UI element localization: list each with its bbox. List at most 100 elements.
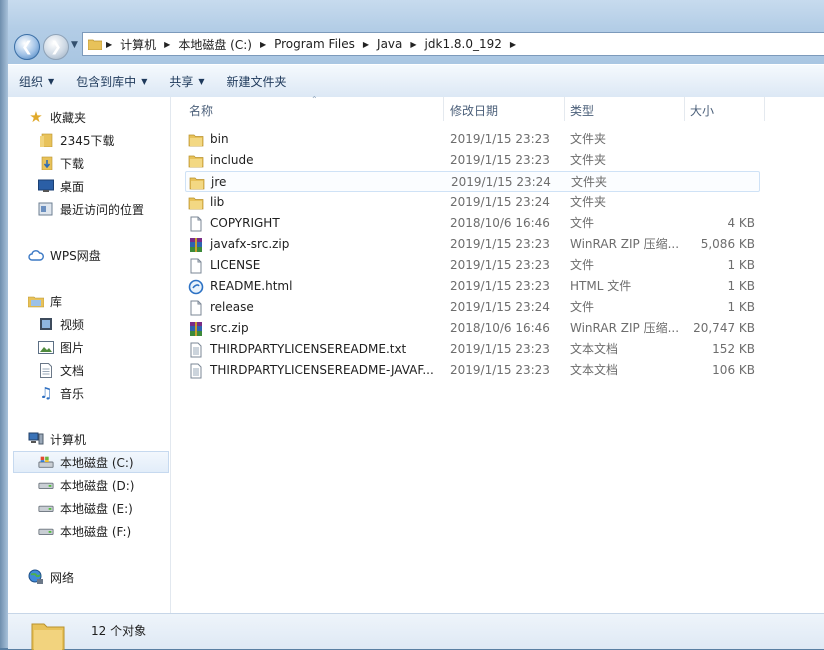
breadcrumb-separator[interactable]: ▶ — [160, 40, 174, 49]
sidebar-item-label: 视频 — [60, 317, 85, 332]
folder-icon — [189, 175, 205, 191]
sidebar-item-documents[interactable]: 文档 — [38, 359, 84, 381]
sidebar-item-network[interactable]: 网络 — [28, 566, 74, 588]
breadcrumb-program-files[interactable]: Program Files — [270, 33, 359, 55]
share-label: 共享 — [169, 74, 194, 89]
column-header-label: 名称 — [189, 103, 214, 118]
back-button[interactable]: ❮ — [14, 34, 40, 60]
breadcrumb-java[interactable]: Java — [373, 33, 406, 55]
breadcrumb-separator[interactable]: ▶ — [506, 40, 520, 49]
sidebar-item-drive-e[interactable]: 本地磁盘 (E:) — [38, 497, 133, 519]
file-type: WinRAR ZIP 压缩... — [570, 237, 680, 251]
sidebar-item-pictures[interactable]: 图片 — [38, 336, 84, 358]
breadcrumb-jdk[interactable]: jdk1.8.0_192 — [421, 33, 506, 55]
status-bar: 12 个对象 — [8, 613, 824, 650]
file-size: 106 KB — [712, 363, 755, 377]
sidebar-item-videos[interactable]: 视频 — [38, 313, 84, 335]
file-row[interactable]: lib 2019/1/15 23:24 文件夹 — [185, 192, 760, 213]
browser-icon — [188, 279, 204, 295]
sidebar-item-2345-downloads[interactable]: 2345下载 — [38, 129, 115, 151]
file-date: 2018/10/6 16:46 — [450, 321, 550, 335]
file-row[interactable]: COPYRIGHT 2018/10/6 16:46 文件 4 KB — [185, 213, 760, 234]
address-bar[interactable]: ▶ 计算机 ▶ 本地磁盘 (C:) ▶ Program Files ▶ Java… — [82, 32, 824, 56]
sidebar-item-desktop[interactable]: 桌面 — [38, 175, 84, 197]
file-name-cell: bin — [185, 129, 440, 150]
sidebar-item-music[interactable]: ♫ 音乐 — [38, 382, 84, 404]
column-header-type[interactable]: 类型 — [564, 97, 684, 123]
sidebar-item-recent-places[interactable]: 最近访问的位置 — [38, 198, 144, 220]
file-row[interactable]: javafx-src.zip 2019/1/15 23:23 WinRAR ZIP … — [185, 234, 760, 255]
sidebar-item-label: 图片 — [60, 340, 85, 355]
star-icon: ★ — [29, 108, 43, 126]
file-row[interactable]: src.zip 2018/10/6 16:46 WinRAR ZIP 压缩... 20… — [185, 318, 760, 339]
sidebar-item-drive-c[interactable]: 本地磁盘 (C:) — [13, 451, 169, 473]
file-date: 2019/1/15 23:23 — [450, 132, 550, 146]
file-name-cell: THIRDPARTYLICENSEREADME.txt — [185, 339, 440, 360]
file-date: 2018/10/6 16:46 — [450, 216, 550, 230]
library-icon — [28, 293, 44, 309]
sidebar-item-computer[interactable]: 计算机 — [28, 428, 86, 450]
file-name: lib — [210, 195, 225, 209]
music-note-icon: ♫ — [39, 384, 53, 402]
file-row[interactable]: THIRDPARTYLICENSEREADME.txt 2019/1/15 23:… — [185, 339, 760, 360]
file-row[interactable]: bin 2019/1/15 23:23 文件夹 — [185, 129, 760, 150]
include-in-library-button[interactable]: 包含到库中 ▼ — [65, 68, 158, 94]
file-name-cell: THIRDPARTYLICENSEREADME-JAVAF... — [185, 360, 440, 381]
file-row[interactable]: README.html 2019/1/15 23:23 HTML 文件 1 KB — [185, 276, 760, 297]
sidebar-item-label: 计算机 — [50, 432, 87, 447]
picture-icon — [38, 339, 54, 355]
text-file-icon — [188, 363, 204, 379]
sidebar-item-wps-cloud[interactable]: WPS网盘 — [28, 244, 101, 266]
breadcrumb-separator[interactable]: ▶ — [359, 40, 373, 49]
arrow-right-icon: ❯ — [50, 39, 62, 55]
file-type: 文件夹 — [570, 132, 607, 146]
column-header-size[interactable]: 大小 — [684, 97, 764, 123]
sidebar-item-drive-d[interactable]: 本地磁盘 (D:) — [38, 474, 134, 496]
folder-icon — [31, 623, 65, 650]
file-name-cell: COPYRIGHT — [185, 213, 440, 234]
hard-drive-icon — [38, 477, 54, 493]
breadcrumb-separator[interactable]: ▶ — [256, 40, 270, 49]
file-icon — [188, 216, 204, 232]
computer-icon — [28, 431, 44, 447]
organize-menu-button[interactable]: 组织 ▼ — [8, 68, 65, 94]
file-row[interactable]: release 2019/1/15 23:24 文件 1 KB — [185, 297, 760, 318]
column-header-date[interactable]: 修改日期 — [444, 97, 564, 123]
file-row[interactable]: include 2019/1/15 23:23 文件夹 — [185, 150, 760, 171]
recent-pages-dropdown[interactable]: ▼ — [71, 40, 78, 50]
file-size: 20,747 KB — [693, 321, 755, 335]
breadcrumb-drive-c[interactable]: 本地磁盘 (C:) — [174, 33, 256, 55]
cloud-icon — [28, 247, 44, 263]
sidebar-item-drive-f[interactable]: 本地磁盘 (F:) — [38, 520, 131, 542]
file-row[interactable]: THIRDPARTYLICENSEREADME-JAVAF... 2019/1/1… — [185, 360, 760, 381]
document-icon — [38, 362, 54, 378]
sidebar-item-favorites[interactable]: ★ 收藏夹 — [28, 106, 86, 128]
file-type: 文本文档 — [570, 342, 619, 356]
file-name: THIRDPARTYLICENSEREADME-JAVAF... — [210, 363, 434, 377]
file-name: src.zip — [210, 321, 249, 335]
file-row[interactable]: jre 2019/1/15 23:24 文件夹 — [185, 171, 760, 192]
folder-icon — [188, 132, 204, 148]
file-list-pane: ⌃ 名称 修改日期 类型 大小 bin 2019/1/15 23:23 文件夹 inc… — [171, 95, 824, 613]
breadcrumb-separator[interactable]: ▶ — [406, 40, 420, 49]
winrar-icon — [188, 237, 204, 253]
file-icon — [188, 300, 204, 316]
sidebar-item-libraries[interactable]: 库 — [28, 290, 62, 312]
file-name-cell: README.html — [185, 276, 440, 297]
file-size — [683, 172, 756, 193]
share-button[interactable]: 共享 ▼ — [158, 68, 215, 94]
column-divider[interactable] — [764, 97, 765, 121]
sidebar-item-downloads[interactable]: 下载 — [38, 152, 84, 174]
file-icon — [188, 258, 204, 274]
column-header-name[interactable]: 名称 — [183, 97, 443, 123]
forward-button[interactable]: ❯ — [43, 34, 69, 60]
file-name: release — [210, 300, 254, 314]
file-name: jre — [211, 175, 227, 189]
item-count: 12 个对象 — [91, 624, 147, 638]
file-row[interactable]: LICENSE 2019/1/15 23:23 文件 1 KB — [185, 255, 760, 276]
sidebar-item-label: 音乐 — [60, 386, 85, 401]
breadcrumb-separator[interactable]: ▶ — [102, 40, 116, 49]
new-folder-button[interactable]: 新建文件夹 — [216, 68, 298, 94]
breadcrumb-computer[interactable]: 计算机 — [116, 33, 160, 55]
file-size — [682, 150, 755, 171]
